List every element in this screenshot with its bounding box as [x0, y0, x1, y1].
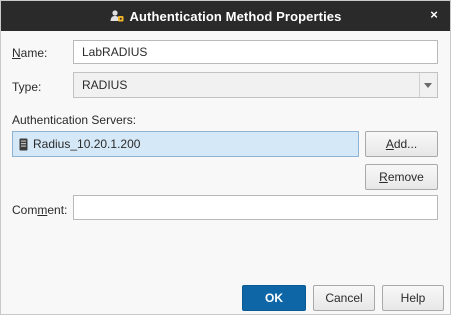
comment-field[interactable]: [73, 195, 438, 220]
chevron-down-icon: [424, 83, 432, 88]
name-label: Name:: [12, 46, 47, 60]
name-label-mnemonic: N: [12, 46, 21, 60]
dialog-titlebar: Authentication Method Properties ×: [1, 1, 450, 31]
dialog-title-group: Authentication Method Properties: [1, 1, 450, 31]
authentication-server-label: Radius_10.20.1.200: [33, 137, 141, 151]
authentication-servers-label: Authentication Servers:: [12, 113, 137, 127]
name-label-rest: ame:: [20, 46, 48, 60]
cancel-button[interactable]: Cancel: [313, 285, 375, 311]
server-icon: [19, 138, 28, 150]
remove-button-mnemonic: R: [379, 170, 388, 184]
add-button[interactable]: Add...: [365, 131, 438, 157]
comment-label-mnemonic: m: [37, 203, 48, 217]
comment-label: Comment:: [12, 203, 67, 217]
authentication-method-properties-dialog: Authentication Method Properties × Name:…: [0, 0, 451, 315]
authentication-method-icon: [110, 10, 124, 22]
dialog-title: Authentication Method Properties: [129, 8, 342, 24]
comment-label-rest: ent:: [47, 203, 68, 217]
add-button-mnemonic: A: [385, 137, 394, 151]
type-select-button[interactable]: [419, 73, 437, 97]
help-button[interactable]: Help: [382, 285, 444, 311]
type-select-value: RADIUS: [82, 78, 128, 92]
list-item[interactable]: Radius_10.20.1.200: [13, 132, 358, 156]
type-select[interactable]: RADIUS: [73, 72, 438, 98]
add-button-rest: dd...: [393, 137, 418, 151]
authentication-servers-list[interactable]: Radius_10.20.1.200: [12, 131, 359, 157]
remove-button-rest: emove: [387, 170, 424, 184]
name-field[interactable]: [73, 40, 438, 64]
comment-label-start: Com: [12, 203, 38, 217]
close-icon[interactable]: ×: [426, 7, 442, 23]
type-label: Type:: [12, 80, 42, 94]
ok-button[interactable]: OK: [242, 285, 306, 311]
remove-button[interactable]: Remove: [365, 164, 438, 190]
